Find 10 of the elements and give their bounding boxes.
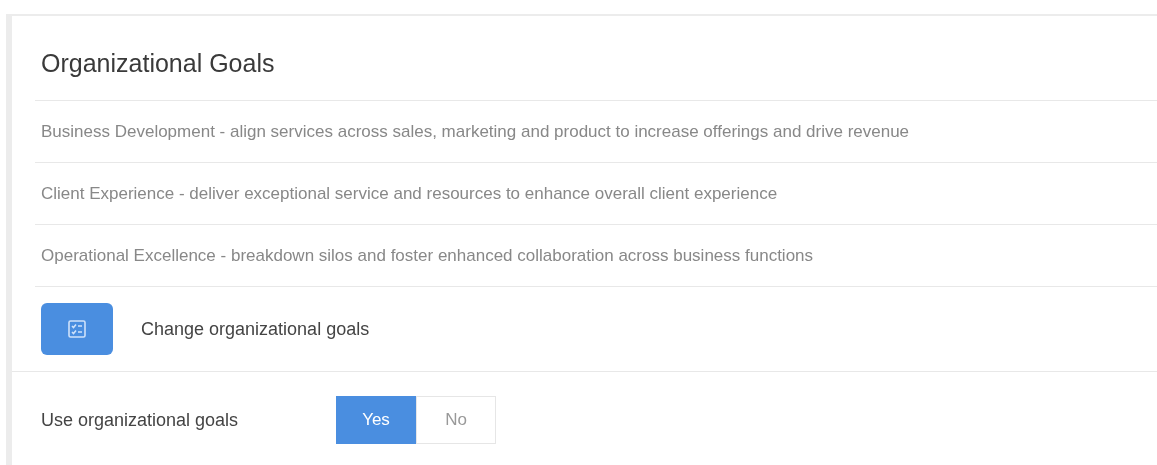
change-goals-label: Change organizational goals bbox=[141, 318, 370, 340]
panel-title: Organizational Goals bbox=[35, 16, 1157, 101]
goal-item: Client Experience - deliver exceptional service and resources to enhance overall client experience bbox=[35, 163, 1157, 225]
goal-item: Business Development - align services across sales, marketing and product to increase offerings and drive revenue bbox=[35, 101, 1157, 163]
goal-item: Operational Excellence - breakdown silos and foster enhanced collaboration across business functions bbox=[35, 225, 1157, 287]
toggle-option[interactable]: No bbox=[416, 396, 496, 444]
setting-label: Use organizational goals bbox=[41, 409, 240, 431]
checklist-icon bbox=[67, 319, 87, 339]
change-goals-button[interactable] bbox=[41, 303, 113, 355]
toggle-option[interactable]: Yes bbox=[336, 396, 416, 444]
